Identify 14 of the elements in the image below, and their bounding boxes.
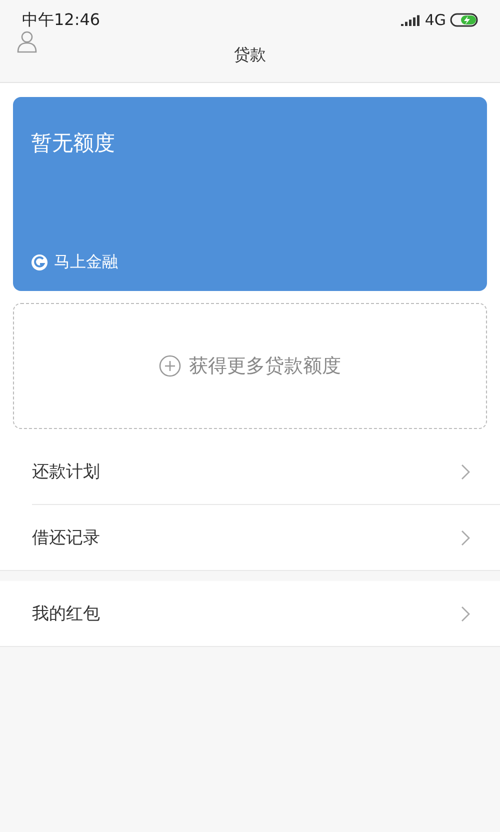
add-credit-button[interactable]: 获得更多贷款额度	[13, 303, 487, 429]
chevron-icon	[461, 464, 470, 480]
chevron-icon	[461, 606, 470, 622]
battery-icon	[450, 13, 480, 27]
brand-name: 马上金融	[54, 252, 118, 273]
credit-status: 暂无额度	[31, 130, 116, 157]
plus-circle-icon	[159, 355, 181, 377]
chevron-icon	[461, 530, 470, 546]
status-time: 中午12:46	[22, 10, 100, 30]
brand-logo-icon	[31, 254, 48, 271]
signal-icon	[400, 14, 421, 26]
user-icon[interactable]	[17, 31, 37, 53]
network-type: 4G	[424, 11, 446, 29]
page-title: 贷款	[234, 44, 266, 66]
